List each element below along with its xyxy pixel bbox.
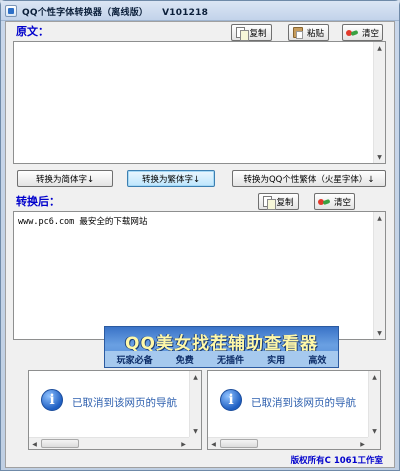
source-text-box: ▲ ▼ <box>13 41 386 164</box>
scroll-down-arrow-icon[interactable]: ▼ <box>374 151 385 163</box>
result-textarea[interactable]: www.pc6.com 最安全的下载网站 <box>14 212 373 339</box>
source-clear-button[interactable]: 清空 <box>342 24 383 41</box>
source-textarea[interactable] <box>14 42 373 163</box>
banner-tag: 玩家必备 <box>116 355 153 366</box>
to-traditional-button[interactable]: 转换为繁体字↓ <box>127 170 215 187</box>
left-pane-vertical-scrollbar[interactable]: ▲ ▼ <box>189 371 201 437</box>
window-title-text: QQ个性字体转换器（离线版） <box>22 8 149 18</box>
scroll-up-arrow-icon[interactable]: ▲ <box>190 371 201 383</box>
scroll-down-arrow-icon[interactable]: ▼ <box>369 425 380 437</box>
to-traditional-label: 转换为繁体字↓ <box>141 174 201 185</box>
scroll-left-arrow-icon[interactable]: ◀ <box>208 438 219 449</box>
to-simplified-label: 转换为简体字↓ <box>35 174 95 185</box>
left-navigation-message: 已取消到该网页的导航 <box>72 397 177 409</box>
horizontal-scroll-thumb[interactable] <box>41 439 79 448</box>
scroll-up-arrow-icon[interactable]: ▲ <box>369 371 380 383</box>
left-web-content: i 已取消到该网页的导航 <box>29 371 189 437</box>
paste-icon <box>292 27 303 39</box>
app-window: QQ个性字体转换器（离线版） V101218 原文： 复制 粘贴 清空 ▲ ▼ 转… <box>0 0 400 471</box>
right-pane-vertical-scrollbar[interactable]: ▲ ▼ <box>368 371 380 437</box>
scroll-right-arrow-icon[interactable]: ▶ <box>357 438 368 449</box>
clear-icon <box>317 198 330 206</box>
source-label: 原文： <box>16 25 49 38</box>
result-text-box: www.pc6.com 最安全的下载网站 ▲ ▼ <box>13 211 386 340</box>
right-pane-horizontal-scrollbar[interactable]: ◀ ▶ <box>208 437 368 449</box>
result-clear-button[interactable]: 清空 <box>314 193 355 210</box>
banner-tags: 玩家必备 免费 无插件 实用 高效 <box>105 351 338 367</box>
promo-banner[interactable]: QQ美女找茬辅助查看器 玩家必备 免费 无插件 实用 高效 <box>104 326 339 368</box>
result-vertical-scrollbar[interactable]: ▲ ▼ <box>373 212 385 339</box>
scroll-up-arrow-icon[interactable]: ▲ <box>374 42 385 54</box>
horizontal-scroll-thumb[interactable] <box>220 439 258 448</box>
left-web-pane: i 已取消到该网页的导航 ▲ ▼ ◀ ▶ <box>28 370 202 450</box>
source-copy-button[interactable]: 复制 <box>231 24 272 41</box>
banner-tag: 高效 <box>308 355 327 366</box>
result-copy-button[interactable]: 复制 <box>258 193 299 210</box>
result-copy-label: 复制 <box>276 197 294 208</box>
app-icon <box>5 5 17 17</box>
to-qq-traditional-label: 转换为QQ个性繁体（火星字体）↓ <box>243 174 375 185</box>
right-web-pane: i 已取消到该网页的导航 ▲ ▼ ◀ ▶ <box>207 370 381 450</box>
result-label: 转换后： <box>16 195 60 208</box>
source-copy-label: 复制 <box>249 28 267 39</box>
to-qq-traditional-button[interactable]: 转换为QQ个性繁体（火星字体）↓ <box>232 170 386 187</box>
info-icon: i <box>41 389 63 411</box>
scroll-down-arrow-icon[interactable]: ▼ <box>374 327 385 339</box>
clear-icon <box>345 29 358 37</box>
scroll-corner <box>368 437 380 449</box>
window-title: QQ个性字体转换器（离线版） V101218 <box>22 5 208 18</box>
scroll-up-arrow-icon[interactable]: ▲ <box>374 212 385 224</box>
scroll-corner <box>189 437 201 449</box>
copy-icon <box>236 27 250 41</box>
left-pane-horizontal-scrollbar[interactable]: ◀ ▶ <box>29 437 189 449</box>
right-web-content: i 已取消到该网页的导航 <box>208 371 368 437</box>
scroll-left-arrow-icon[interactable]: ◀ <box>29 438 40 449</box>
result-clear-label: 清空 <box>333 197 351 208</box>
banner-tag: 免费 <box>175 355 194 366</box>
to-simplified-button[interactable]: 转换为简体字↓ <box>17 170 113 187</box>
right-navigation-message: 已取消到该网页的导航 <box>251 397 356 409</box>
scroll-right-arrow-icon[interactable]: ▶ <box>178 438 189 449</box>
source-paste-button[interactable]: 粘贴 <box>288 24 329 41</box>
source-clear-label: 清空 <box>361 28 379 39</box>
info-icon: i <box>220 389 242 411</box>
copy-icon <box>263 196 277 210</box>
source-vertical-scrollbar[interactable]: ▲ ▼ <box>373 42 385 163</box>
source-paste-label: 粘贴 <box>306 28 324 39</box>
title-bar[interactable]: QQ个性字体转换器（离线版） V101218 <box>1 1 399 21</box>
window-version: V101218 <box>162 8 209 18</box>
copyright-text: 版权所有C 1061工作室 <box>290 456 383 466</box>
scroll-down-arrow-icon[interactable]: ▼ <box>190 425 201 437</box>
banner-tag: 实用 <box>267 355 286 366</box>
banner-tag: 无插件 <box>216 355 244 366</box>
